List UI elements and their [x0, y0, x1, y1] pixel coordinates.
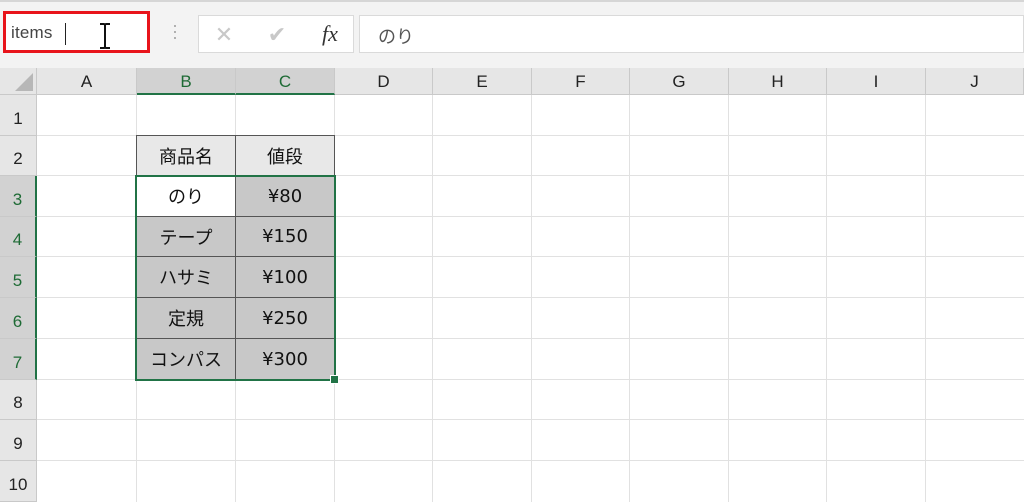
cell-c5[interactable]: ¥100 — [235, 256, 335, 298]
column-header-f[interactable]: F — [532, 68, 630, 95]
column-header-h[interactable]: H — [729, 68, 827, 95]
formula-input[interactable]: のり — [359, 15, 1024, 53]
cell-c6[interactable]: ¥250 — [235, 297, 335, 339]
column-header-j[interactable]: J — [926, 68, 1024, 95]
row-header-5[interactable]: 5 — [0, 257, 37, 298]
row-number: 4 — [12, 230, 23, 249]
worksheet-grid[interactable]: A B C D E F G H I J 1 2 3 4 5 6 7 8 9 10… — [0, 68, 1024, 502]
cell-b6[interactable]: 定規 — [136, 297, 236, 339]
row-header-10[interactable]: 10 — [0, 461, 37, 502]
row-header-7[interactable]: 7 — [0, 339, 37, 380]
row-header-8[interactable]: 8 — [0, 380, 37, 420]
row-number: 3 — [12, 190, 23, 209]
name-box-value: items — [11, 23, 53, 42]
formula-bar-area: items · · · ✕ ✔ fx のり — [0, 0, 1024, 68]
row-header-9[interactable]: 9 — [0, 420, 37, 461]
row-header-6[interactable]: 6 — [0, 298, 37, 339]
select-all-button[interactable] — [0, 68, 37, 95]
name-box[interactable]: items — [3, 11, 150, 53]
i-beam-cursor-icon — [100, 23, 110, 49]
row-number: 8 — [13, 393, 23, 412]
row-header-3[interactable]: 3 — [0, 176, 37, 217]
text-caret — [65, 23, 66, 45]
column-header-b[interactable]: B — [137, 68, 236, 95]
row-header-1[interactable]: 1 — [0, 95, 37, 136]
cell-b4[interactable]: テープ — [136, 216, 236, 257]
cell-b3-active[interactable]: のり — [136, 175, 236, 217]
cell-b5[interactable]: ハサミ — [136, 256, 236, 298]
cell-c4[interactable]: ¥150 — [235, 216, 335, 257]
cancel-icon[interactable]: ✕ — [209, 22, 239, 48]
insert-function-icon[interactable]: fx — [315, 21, 345, 47]
row-number: 2 — [13, 149, 23, 168]
formula-buttons: ✕ ✔ fx — [198, 15, 354, 53]
gridline — [728, 95, 729, 502]
row-number: 7 — [12, 353, 23, 372]
enter-icon[interactable]: ✔ — [262, 22, 292, 48]
row-number: 6 — [12, 312, 23, 331]
more-vertical-icon[interactable]: · · · — [170, 16, 180, 48]
gridline — [629, 95, 630, 502]
row-number: 10 — [8, 475, 28, 494]
column-header-i[interactable]: I — [827, 68, 926, 95]
table-header-price[interactable]: 値段 — [235, 135, 335, 176]
ribbon-divider — [0, 0, 1024, 2]
row-number: 1 — [13, 109, 23, 128]
fill-handle[interactable] — [330, 375, 339, 384]
row-header-2[interactable]: 2 — [0, 136, 37, 176]
column-header-c[interactable]: C — [236, 68, 335, 95]
table-header-product[interactable]: 商品名 — [136, 135, 236, 176]
select-all-triangle-icon — [15, 73, 33, 91]
gridline — [531, 95, 532, 502]
gridline — [432, 95, 433, 502]
formula-content: のり — [378, 27, 414, 48]
cell-c7[interactable]: ¥300 — [235, 338, 335, 380]
row-header-4[interactable]: 4 — [0, 217, 37, 257]
row-number: 5 — [12, 271, 23, 290]
row-number: 9 — [13, 434, 23, 453]
column-header-d[interactable]: D — [335, 68, 433, 95]
gridline — [37, 419, 1024, 420]
column-header-e[interactable]: E — [433, 68, 532, 95]
gridline — [925, 95, 926, 502]
cell-b7[interactable]: コンパス — [136, 338, 236, 380]
gridline — [37, 460, 1024, 461]
gridline — [826, 95, 827, 502]
cell-c3[interactable]: ¥80 — [235, 175, 335, 217]
column-header-a[interactable]: A — [37, 68, 137, 95]
column-header-g[interactable]: G — [630, 68, 729, 95]
